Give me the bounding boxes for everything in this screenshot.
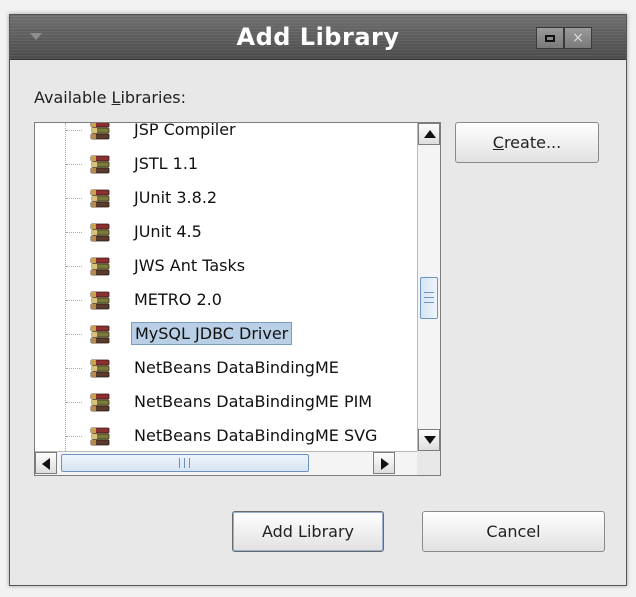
library-books-icon [89,289,111,311]
scroll-up-button[interactable] [418,123,440,145]
tree-branch-line [66,232,82,233]
libraries-tree: JSP Compiler JSTL 1.1 JUnit 3.8.2 JUnit 4.5… [35,123,417,451]
arrow-right-icon [381,458,389,470]
cancel-button[interactable]: Cancel [422,511,605,552]
library-item-label: JUnit 3.8.2 [134,188,218,207]
scroll-left-button[interactable] [35,452,57,474]
arrow-left-icon [42,458,50,470]
tree-branch-line [66,266,82,267]
library-books-icon [89,391,111,413]
create-mnemonic: C [492,133,504,152]
tree-branch-line [66,402,82,403]
add-library-button[interactable]: Add Library [232,511,384,552]
library-item[interactable]: JWS Ant Tasks [35,252,417,280]
library-item[interactable]: JUnit 4.5 [35,218,417,246]
tree-branch-line [66,334,82,335]
add-library-dialog: Add Library × Available Libraries: JSP C… [9,14,627,586]
library-item[interactable]: MySQL JDBC Driver [35,320,417,348]
library-item[interactable]: NetBeans DataBindingME [35,354,417,382]
tree-branch-line [66,368,82,369]
scroll-down-button[interactable] [418,429,440,451]
tree-branch-line [66,300,82,301]
grip-line [184,458,185,468]
grip-line [424,302,434,303]
grip-line [424,292,434,293]
scroll-right-button[interactable] [373,452,395,474]
library-item-label: JSP Compiler [134,123,236,139]
create-button[interactable]: Create... [455,122,599,163]
dialog-content: Available Libraries: JSP Compiler JSTL 1.… [10,60,626,585]
library-item[interactable]: METRO 2.0 [35,286,417,314]
library-item-label: NetBeans DataBindingME [134,358,339,377]
library-item-label: NetBeans DataBindingME SVG [134,426,378,445]
library-item-label: JSTL 1.1 [134,154,199,173]
create-label: reate... [503,133,562,152]
library-item[interactable]: NetBeans DataBindingME PIM [35,388,417,416]
vertical-scroll-thumb[interactable] [420,277,438,319]
available-libraries-label: Available Libraries: [34,88,186,107]
library-books-icon [89,357,111,379]
maximize-button[interactable] [536,27,564,49]
library-item-label: NetBeans DataBindingME PIM [134,392,373,411]
grip-line [189,458,190,468]
grip-line [179,458,180,468]
library-item-label: JUnit 4.5 [134,222,202,241]
arrow-down-icon [424,436,436,444]
arrow-up-icon [424,130,436,138]
library-item-label: MySQL JDBC Driver [131,322,293,345]
tree-branch-line [66,436,82,437]
library-item[interactable]: JSP Compiler [35,123,417,144]
horizontal-scrollbar[interactable] [35,451,417,475]
library-books-icon [89,323,111,345]
grip-line [424,297,434,298]
library-item-label: JWS Ant Tasks [134,256,246,275]
tree-branch-line [66,130,82,131]
library-books-icon [89,221,111,243]
library-books-icon [89,187,111,209]
tree-branch-line [66,198,82,199]
window-title: Add Library [236,23,400,51]
library-books-icon [89,255,111,277]
maximize-icon [545,35,555,42]
library-item[interactable]: JUnit 3.8.2 [35,184,417,212]
close-button[interactable]: × [564,27,592,49]
horizontal-scroll-thumb[interactable] [61,454,309,472]
scrollbar-corner [417,451,440,475]
libraries-list[interactable]: JSP Compiler JSTL 1.1 JUnit 3.8.2 JUnit 4.5… [34,122,441,476]
library-books-icon [89,425,111,447]
vertical-scrollbar[interactable] [417,123,440,451]
title-bar[interactable]: Add Library × [10,15,626,60]
library-books-icon [89,153,111,175]
library-item-label: METRO 2.0 [134,290,222,309]
available-label-suffix: ibraries: [120,88,187,107]
library-item[interactable]: JSTL 1.1 [35,150,417,178]
library-books-icon [89,123,111,141]
tree-branch-line [66,164,82,165]
library-item[interactable]: NetBeans DataBindingME SVG [35,422,417,450]
available-label-prefix: Available [34,88,112,107]
